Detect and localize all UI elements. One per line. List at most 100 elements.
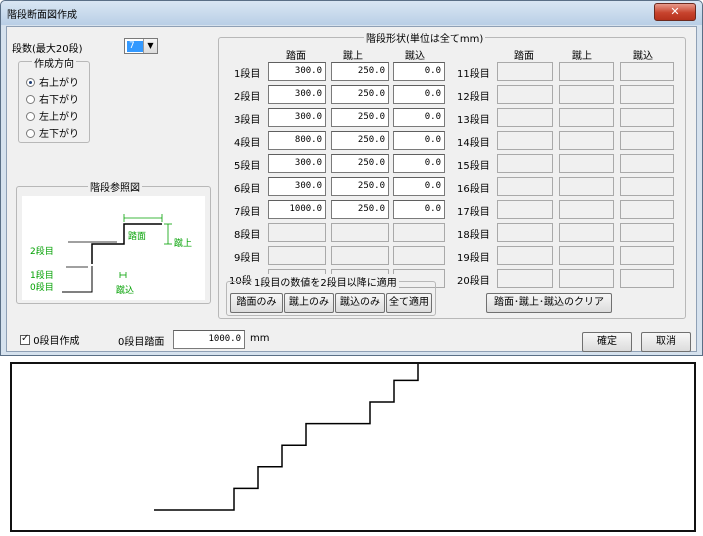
step-kick-input[interactable] xyxy=(620,154,674,173)
stair-profile-line xyxy=(154,358,498,511)
step-riser-input[interactable] xyxy=(559,154,614,173)
step-kick-input[interactable]: 0.0 xyxy=(393,62,445,81)
step-kick-input[interactable] xyxy=(620,223,674,242)
step-kick-input[interactable]: 0.0 xyxy=(393,200,445,219)
step-riser-input[interactable] xyxy=(559,108,614,127)
step0-tread-input[interactable]: 1000.0 xyxy=(173,330,245,349)
ref-step0-label: 0段目 xyxy=(30,283,54,293)
apply-kick-only-button[interactable]: 蹴込のみ xyxy=(335,293,385,313)
step-kick-input[interactable] xyxy=(620,177,674,196)
step-tread-input[interactable] xyxy=(497,200,553,219)
radio-label: 右下がり xyxy=(39,95,79,106)
step-tread-input[interactable]: 300.0 xyxy=(268,85,326,104)
step-riser-input[interactable] xyxy=(559,246,614,265)
step-kick-input[interactable] xyxy=(393,223,445,242)
direction-group-label: 作成方向 xyxy=(32,55,76,70)
step-riser-input[interactable] xyxy=(331,246,389,265)
step-riser-input[interactable] xyxy=(559,85,614,104)
radio-down-left[interactable]: 左下がり xyxy=(26,125,79,140)
title-bar[interactable]: 階段断面図作成 ✕ xyxy=(1,1,702,25)
step-riser-input[interactable]: 250.0 xyxy=(331,131,389,150)
step-riser-input[interactable]: 250.0 xyxy=(331,177,389,196)
apply-tread-only-button[interactable]: 踏面のみ xyxy=(230,293,283,313)
step-kick-input[interactable]: 0.0 xyxy=(393,177,445,196)
step0-create-checkbox[interactable]: 0段目作成 xyxy=(20,332,80,347)
chevron-down-icon[interactable]: ▼ xyxy=(143,39,157,53)
step-riser-input[interactable] xyxy=(559,62,614,81)
step-label: 20段目 xyxy=(457,276,490,287)
reference-diagram: 踏面 蹴上 2段目 1段目 0段目 蹴込 xyxy=(22,196,205,300)
apply-riser-only-button[interactable]: 蹴上のみ xyxy=(284,293,334,313)
step-label: 17段目 xyxy=(457,207,490,218)
step-label: 18段目 xyxy=(457,230,490,241)
step-riser-input[interactable]: 250.0 xyxy=(331,154,389,173)
step-tread-input[interactable]: 1000.0 xyxy=(268,200,326,219)
step-kick-input[interactable] xyxy=(620,62,674,81)
radio-icon xyxy=(26,112,35,121)
step-tread-input[interactable]: 300.0 xyxy=(268,62,326,81)
step-kick-input[interactable]: 0.0 xyxy=(393,131,445,150)
step-riser-input[interactable]: 250.0 xyxy=(331,108,389,127)
step-tread-input[interactable] xyxy=(497,269,553,288)
header-riser-right: 蹴上 xyxy=(572,51,592,62)
step-kick-input[interactable] xyxy=(620,269,674,288)
ref-riser-label: 蹴上 xyxy=(174,239,193,249)
radio-selected-icon xyxy=(26,78,35,87)
step-tread-input[interactable] xyxy=(497,223,553,242)
step-kick-input[interactable]: 0.0 xyxy=(393,85,445,104)
steps-count-select[interactable]: 7 ▼ xyxy=(124,38,158,54)
step-kick-input[interactable] xyxy=(393,246,445,265)
ref-tread-label: 踏面 xyxy=(128,232,147,242)
step-tread-input[interactable]: 300.0 xyxy=(268,108,326,127)
clear-button[interactable]: 踏面･蹴上･蹴込のクリア xyxy=(486,293,612,313)
step-kick-input[interactable] xyxy=(620,246,674,265)
step-tread-input[interactable] xyxy=(497,85,553,104)
step-label: 6段目 xyxy=(234,184,261,195)
radio-up-right[interactable]: 右上がり xyxy=(26,74,79,89)
step-tread-input[interactable] xyxy=(497,177,553,196)
step0-create-label: 0段目作成 xyxy=(33,336,80,347)
step-riser-input[interactable]: 250.0 xyxy=(331,200,389,219)
step-riser-input[interactable]: 250.0 xyxy=(331,62,389,81)
step-label: 9段目 xyxy=(234,253,261,264)
step-label: 7段目 xyxy=(234,207,261,218)
step-tread-input[interactable] xyxy=(497,154,553,173)
step-tread-input[interactable]: 300.0 xyxy=(268,177,326,196)
step-riser-input[interactable] xyxy=(559,269,614,288)
step-riser-input[interactable] xyxy=(331,223,389,242)
cancel-button[interactable]: 取消 xyxy=(641,332,691,352)
checkbox-checked-icon xyxy=(20,333,30,345)
step-riser-input[interactable] xyxy=(559,200,614,219)
radio-label: 左下がり xyxy=(39,129,79,140)
step-kick-input[interactable] xyxy=(620,200,674,219)
step-riser-input[interactable] xyxy=(559,223,614,242)
step-kick-input[interactable] xyxy=(620,131,674,150)
close-button[interactable]: ✕ xyxy=(654,3,696,21)
step-riser-input[interactable] xyxy=(559,177,614,196)
step-tread-input[interactable]: 300.0 xyxy=(268,154,326,173)
step-riser-input[interactable] xyxy=(559,131,614,150)
step-kick-input[interactable]: 0.0 xyxy=(393,154,445,173)
step-kick-input[interactable]: 0.0 xyxy=(393,108,445,127)
step-kick-input[interactable] xyxy=(620,85,674,104)
apply-all-button[interactable]: 全て適用 xyxy=(386,293,432,313)
radio-up-left[interactable]: 左上がり xyxy=(26,108,79,123)
step-tread-input[interactable] xyxy=(497,131,553,150)
ok-button[interactable]: 確定 xyxy=(582,332,632,352)
step-tread-input[interactable] xyxy=(497,62,553,81)
step-tread-input[interactable] xyxy=(268,246,326,265)
header-kick-right: 蹴込 xyxy=(633,51,653,62)
radio-down-right[interactable]: 右下がり xyxy=(26,91,79,106)
step-tread-input[interactable] xyxy=(497,246,553,265)
step-tread-input[interactable] xyxy=(497,108,553,127)
radio-icon xyxy=(26,129,35,138)
step0-tread-label: 0段目踏面 xyxy=(118,337,165,348)
step-kick-input[interactable] xyxy=(620,108,674,127)
header-tread: 踏面 xyxy=(286,51,306,62)
unit-label: mm xyxy=(250,333,270,344)
step-riser-input[interactable]: 250.0 xyxy=(331,85,389,104)
apply-group-label: 1段目の数値を2段目以降に適用 xyxy=(252,274,399,289)
step-tread-input[interactable]: 800.0 xyxy=(268,131,326,150)
step-tread-input[interactable] xyxy=(268,223,326,242)
header-riser: 蹴上 xyxy=(343,51,363,62)
